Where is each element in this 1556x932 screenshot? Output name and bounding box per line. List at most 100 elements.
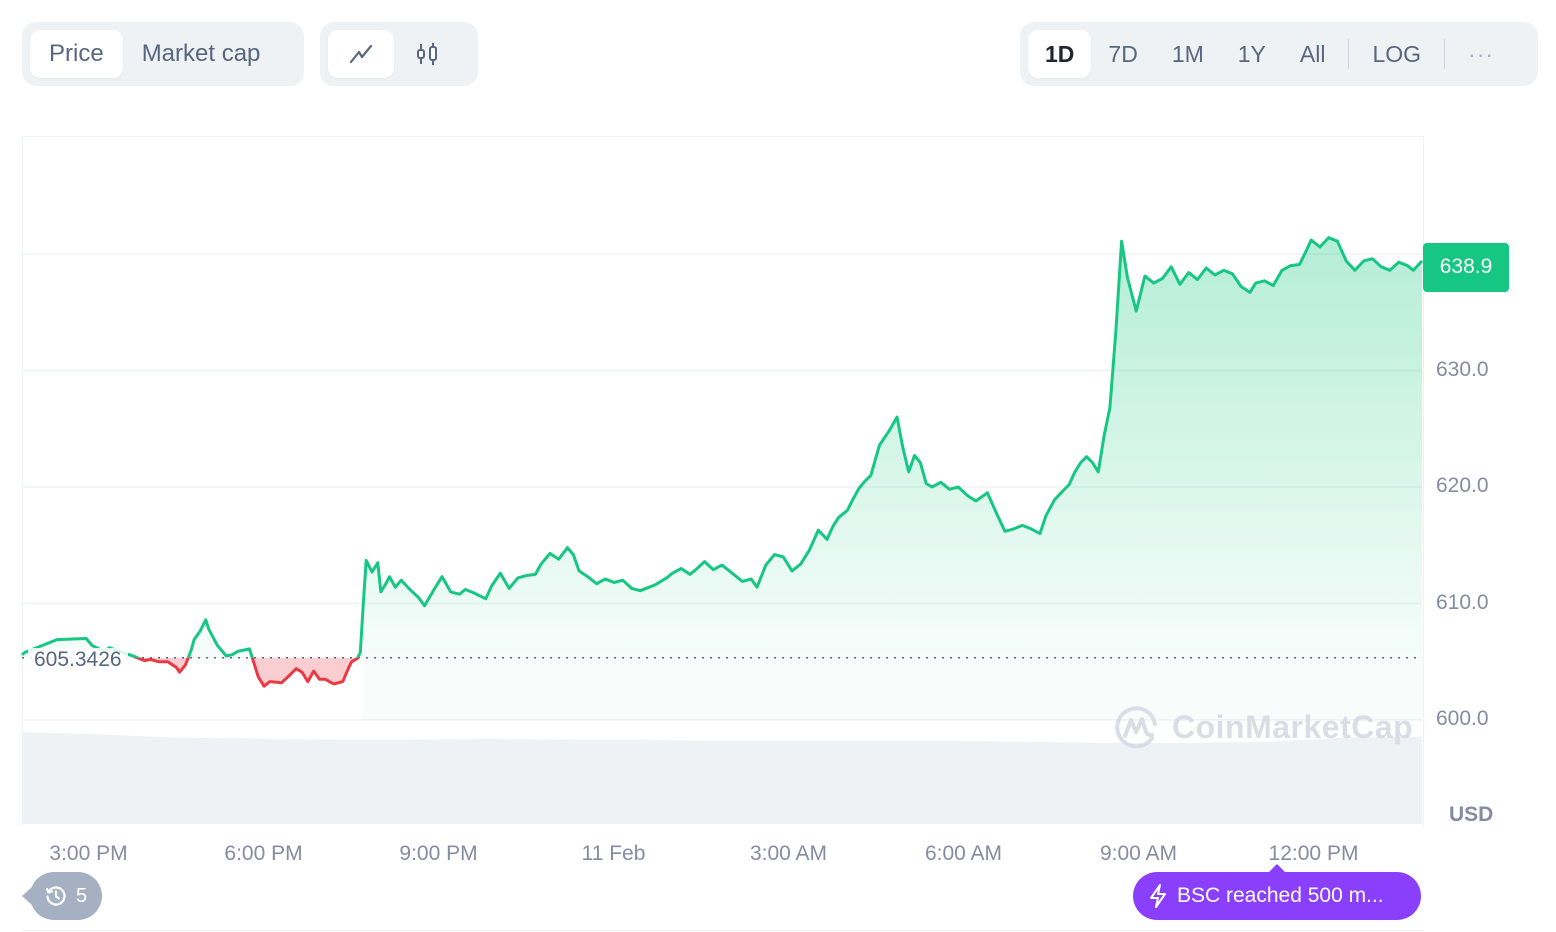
price-point <box>323 677 327 681</box>
price-point <box>498 571 502 575</box>
price-point <box>630 586 634 590</box>
price-area-up <box>22 237 1422 658</box>
price-point <box>1169 265 1173 269</box>
price-point <box>1388 268 1392 272</box>
x-tick-label: 6:00 AM <box>924 842 1003 865</box>
price-point <box>332 682 336 686</box>
price-point <box>974 499 978 503</box>
price-point <box>1309 238 1313 242</box>
price-point <box>895 415 899 419</box>
price-point <box>148 657 152 661</box>
price-point <box>1079 461 1083 465</box>
x-tick-label: 6:00 PM <box>224 842 303 865</box>
x-tick-label: 12:00 PM <box>1268 842 1359 865</box>
price-point <box>638 589 642 593</box>
price-point <box>603 577 607 581</box>
price-point <box>370 570 374 574</box>
price-point <box>703 560 707 564</box>
price-point <box>463 588 467 592</box>
price-point <box>845 508 849 512</box>
price-point <box>565 546 569 550</box>
coinmarketcap-logo-icon <box>1115 706 1157 749</box>
x-tick-label: 3:00 PM <box>49 842 128 865</box>
price-point <box>388 575 392 579</box>
price-point <box>198 629 202 633</box>
current-price-tag: 638.9 <box>1423 242 1509 292</box>
price-point <box>236 649 240 653</box>
price-point <box>939 480 943 484</box>
price-point <box>280 681 284 685</box>
price-point <box>1053 498 1057 502</box>
price-point <box>1160 276 1164 280</box>
price-point <box>242 648 246 652</box>
y-tick-label: 600.0 <box>1436 707 1489 730</box>
price-point <box>1318 245 1322 249</box>
price-point <box>790 569 794 573</box>
price-point <box>781 555 785 559</box>
price-point <box>1038 532 1042 536</box>
price-point <box>1254 281 1258 285</box>
price-point <box>670 571 674 575</box>
price-point <box>1289 264 1293 268</box>
price-point <box>1280 268 1284 272</box>
price-point <box>1327 236 1331 240</box>
price-point <box>863 479 867 483</box>
price-point <box>732 572 736 576</box>
price-point <box>595 582 599 586</box>
price-chart[interactable] <box>0 0 1556 932</box>
history-badge[interactable]: 5 <box>22 872 102 920</box>
price-point <box>175 666 179 670</box>
price-point <box>1073 470 1077 474</box>
price-point <box>586 575 590 579</box>
price-point <box>408 588 412 592</box>
x-tick-label: 9:00 PM <box>399 842 478 865</box>
price-point <box>1044 514 1048 518</box>
price-point <box>755 585 759 589</box>
price-point <box>930 485 934 489</box>
price-point <box>773 553 777 557</box>
x-tick-label: 11 Feb <box>581 842 646 865</box>
price-point <box>720 563 724 567</box>
price-point <box>918 461 922 465</box>
price-point <box>204 618 208 622</box>
history-icon <box>45 886 66 906</box>
price-point <box>1213 273 1217 277</box>
price-point <box>1239 285 1243 289</box>
price-point <box>431 589 435 593</box>
price-point <box>268 680 272 684</box>
price-point <box>262 684 266 688</box>
price-point <box>1012 527 1016 531</box>
price-point <box>799 562 803 566</box>
price-point <box>816 528 820 532</box>
price-point <box>341 680 345 684</box>
price-point <box>1222 268 1226 272</box>
y-tick-label: 610.0 <box>1436 590 1489 614</box>
price-point <box>1114 330 1118 334</box>
price-point <box>1067 483 1071 487</box>
price-point <box>417 596 421 600</box>
price-point <box>1405 264 1409 268</box>
price-point <box>1379 265 1383 269</box>
price-point <box>1134 309 1138 313</box>
price-point <box>312 669 316 673</box>
currency-label: USD <box>1449 803 1494 826</box>
price-point <box>994 511 998 515</box>
price-point <box>577 569 581 573</box>
price-point <box>825 537 829 541</box>
price-point <box>869 473 873 477</box>
price-point <box>484 597 488 601</box>
y-tick-label: 620.0 <box>1436 474 1489 497</box>
price-point <box>1248 290 1252 294</box>
price-point <box>557 557 561 561</box>
price-point <box>1125 275 1129 279</box>
price-point <box>1263 279 1267 283</box>
event-badge-text: BSC reached 500 m... <box>1177 884 1384 907</box>
price-point <box>1090 461 1094 465</box>
event-badge[interactable]: BSC reached 500 m... <box>1133 864 1421 920</box>
price-point <box>143 659 147 663</box>
price-point <box>90 643 94 647</box>
price-point <box>1178 282 1182 286</box>
price-point <box>749 577 753 581</box>
price-point <box>571 553 575 557</box>
price-point <box>1152 281 1156 285</box>
